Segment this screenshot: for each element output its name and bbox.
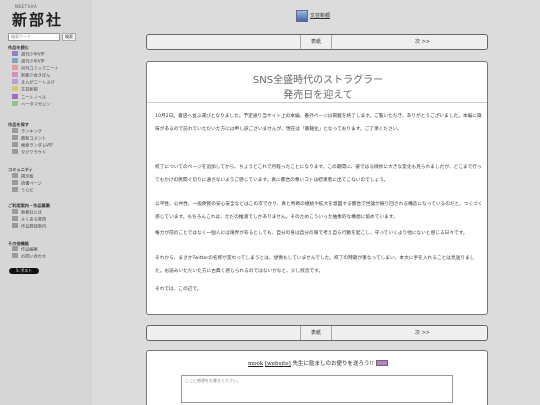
sidebar-item-label: ランキング <box>21 128 42 134</box>
sidebar-item[interactable]: 週刊少年VIP <box>12 58 44 64</box>
logo-title: 新部社 <box>12 11 64 29</box>
sidebar-item-label: 掲示板 <box>21 173 34 179</box>
category-square-icon <box>12 51 18 56</box>
sidebar-item-label: うらだ <box>21 187 34 193</box>
sidebar-item[interactable]: ニートノベル <box>12 94 46 100</box>
sidebar-item-label: 文芸新都 <box>21 86 38 92</box>
search-button[interactable]: 検索 <box>62 33 76 41</box>
category-square-icon <box>12 79 18 84</box>
category-square-icon <box>12 173 18 178</box>
cover-link[interactable]: 表紙 <box>300 326 332 340</box>
sidebar-item-label: ベータマガジン <box>21 101 51 107</box>
article-paragraph: 校了についてのページを追加してから、ちょうどこれで月経ったことになります。この期… <box>155 165 482 183</box>
sidebar-item[interactable]: 作品登録案内 <box>12 223 46 229</box>
article-paragraph: それから、まさかTwitterの名称が変わってしまうとは、想像もしていませんでし… <box>155 256 475 274</box>
category-square-icon <box>12 65 18 70</box>
sidebar-item[interactable]: うらだ <box>12 187 34 193</box>
sidebar-item[interactable]: 週刊少年VIP <box>12 51 44 57</box>
mail-icon <box>375 360 388 366</box>
bottom-navigation: 表紙 次 >> <box>146 325 488 341</box>
article-title: SNS全盛時代のストラグラー <box>252 75 384 86</box>
sidebar-item[interactable]: ランキング <box>12 128 42 134</box>
category-square-icon <box>12 72 18 77</box>
fan-letter-message: 先生に励ましのお便りを送ろう!! <box>292 361 374 367</box>
sidebar-item-label: まんがニートぶげ <box>21 79 55 85</box>
category-square-icon <box>12 128 18 133</box>
top-navigation: 表紙 次 >> <box>146 34 488 50</box>
category-square-icon <box>12 142 18 147</box>
sidebar-item-label: 作品編集 <box>21 246 38 252</box>
main-content: 文芸新都 表紙 次 >> SNS全盛時代のストラグラー 発売日を迎えて 10月2… <box>92 0 540 405</box>
category-square-icon <box>12 246 18 251</box>
brand-label: 文芸新都 <box>310 13 331 19</box>
article-paragraph: 権力が前のことではなく一個人には限界があるとしても、自分の身は自分の限で考え自ら… <box>155 231 468 236</box>
sidebar-item[interactable]: 検索ランダムVIP <box>12 142 53 148</box>
category-square-icon <box>12 253 18 258</box>
sidebar-item[interactable]: タグクラウド <box>12 149 46 155</box>
next-link[interactable]: 次 >> <box>415 35 430 49</box>
next-link[interactable]: 次 >> <box>415 326 430 340</box>
search-input[interactable]: 検索ワード <box>8 33 60 41</box>
sidebar-item[interactable]: 新都社とは <box>12 209 42 215</box>
sidebar-item-label: 月刊コミックニート <box>21 65 59 71</box>
sidebar-item[interactable]: 文芸新都 <box>12 86 38 92</box>
sidebar-item[interactable]: 読書ページ <box>12 180 42 186</box>
category-square-icon <box>12 135 18 140</box>
sidebar-item[interactable]: まんがニートぶげ <box>12 79 55 85</box>
article-paragraph: 10月2日。書店へ並ぶ運びとなりました。予定通り当サイト上の本編、番外ページは掲… <box>155 114 482 132</box>
category-square-icon <box>12 187 18 192</box>
sidebar-item[interactable]: お問い合わせ <box>12 253 46 259</box>
sidebar-item[interactable]: よくある質問 <box>12 216 46 222</box>
sidebar-item-label: 作品登録案内 <box>21 223 47 229</box>
sidebar-item-label: 新都少女きぼん <box>21 72 51 78</box>
category-square-icon <box>12 94 18 99</box>
sidebar-item[interactable]: 掲示板 <box>12 173 34 179</box>
category-square-icon <box>12 58 18 63</box>
tweet-button[interactable]: 𝕏 ポスト <box>9 268 39 274</box>
sidebar-item-label: 新都社とは <box>21 209 42 215</box>
sidebar-item-label: 週刊少年VIP <box>21 58 45 64</box>
cover-link[interactable]: 表紙 <box>300 35 332 49</box>
category-square-icon <box>12 180 18 185</box>
author-link[interactable]: mook <box>248 361 263 367</box>
title-divider <box>147 102 487 103</box>
sidebar-item-label: ニートノベル <box>21 94 47 100</box>
sidebar-item[interactable]: 作品編集 <box>12 246 38 252</box>
sidebar-item-label: 週刊少年VIP <box>21 51 45 57</box>
website-link[interactable]: [website] <box>265 361 291 367</box>
sidebar: NEETSHA 新部社 検索ワード 検索 作品を読む 週刊少年VIP 週刊少年VIP… <box>0 0 92 405</box>
category-square-icon <box>12 223 18 228</box>
sidebar-item[interactable]: ベータマガジン <box>12 101 50 107</box>
bunge-shinto-icon <box>296 10 308 22</box>
category-square-icon <box>12 101 18 106</box>
category-square-icon <box>12 216 18 221</box>
sidebar-item[interactable]: 新都少女きぼん <box>12 72 50 78</box>
sidebar-item[interactable]: 月刊コミックニート <box>12 65 59 71</box>
sidebar-item-label: お問い合わせ <box>21 253 47 259</box>
brand-link[interactable]: 文芸新都 <box>296 9 330 23</box>
sidebar-item[interactable]: 最新コメント <box>12 135 46 141</box>
article-paragraph: それでは、この辺で。 <box>155 287 202 292</box>
tweet-button-label: ポスト <box>20 268 33 273</box>
article: SNS全盛時代のストラグラー 発売日を迎えて 10月2日。書店へ並ぶ運びとなりま… <box>146 61 488 315</box>
fan-letter-title: mook [website] 先生に励ましのお便りを送ろう!! <box>147 359 489 367</box>
sidebar-item-label: 検索ランダムVIP <box>21 142 53 148</box>
sidebar-item-label: よくある質問 <box>21 216 47 222</box>
sidebar-item-label: 読書ページ <box>21 180 42 186</box>
category-square-icon <box>12 149 18 154</box>
fan-letter-box: mook [website] 先生に励ましのお便りを送ろう!! ここに感想をお書… <box>146 350 488 405</box>
article-paragraph: 公平性、公共性、一般便民の安心安全などはこの次でかり、真と判断の継続や拡大を意図… <box>155 202 483 220</box>
sidebar-item-label: タグクラウド <box>21 149 47 155</box>
fan-letter-textarea[interactable]: ここに感想をお書きください。 <box>181 375 453 403</box>
category-square-icon <box>12 209 18 214</box>
sidebar-item-label: 最新コメント <box>21 135 47 141</box>
site-logo[interactable]: NEETSHA 新部社 <box>10 4 85 30</box>
article-subtitle: 発売日を迎えて <box>283 90 353 101</box>
category-square-icon <box>12 86 18 91</box>
